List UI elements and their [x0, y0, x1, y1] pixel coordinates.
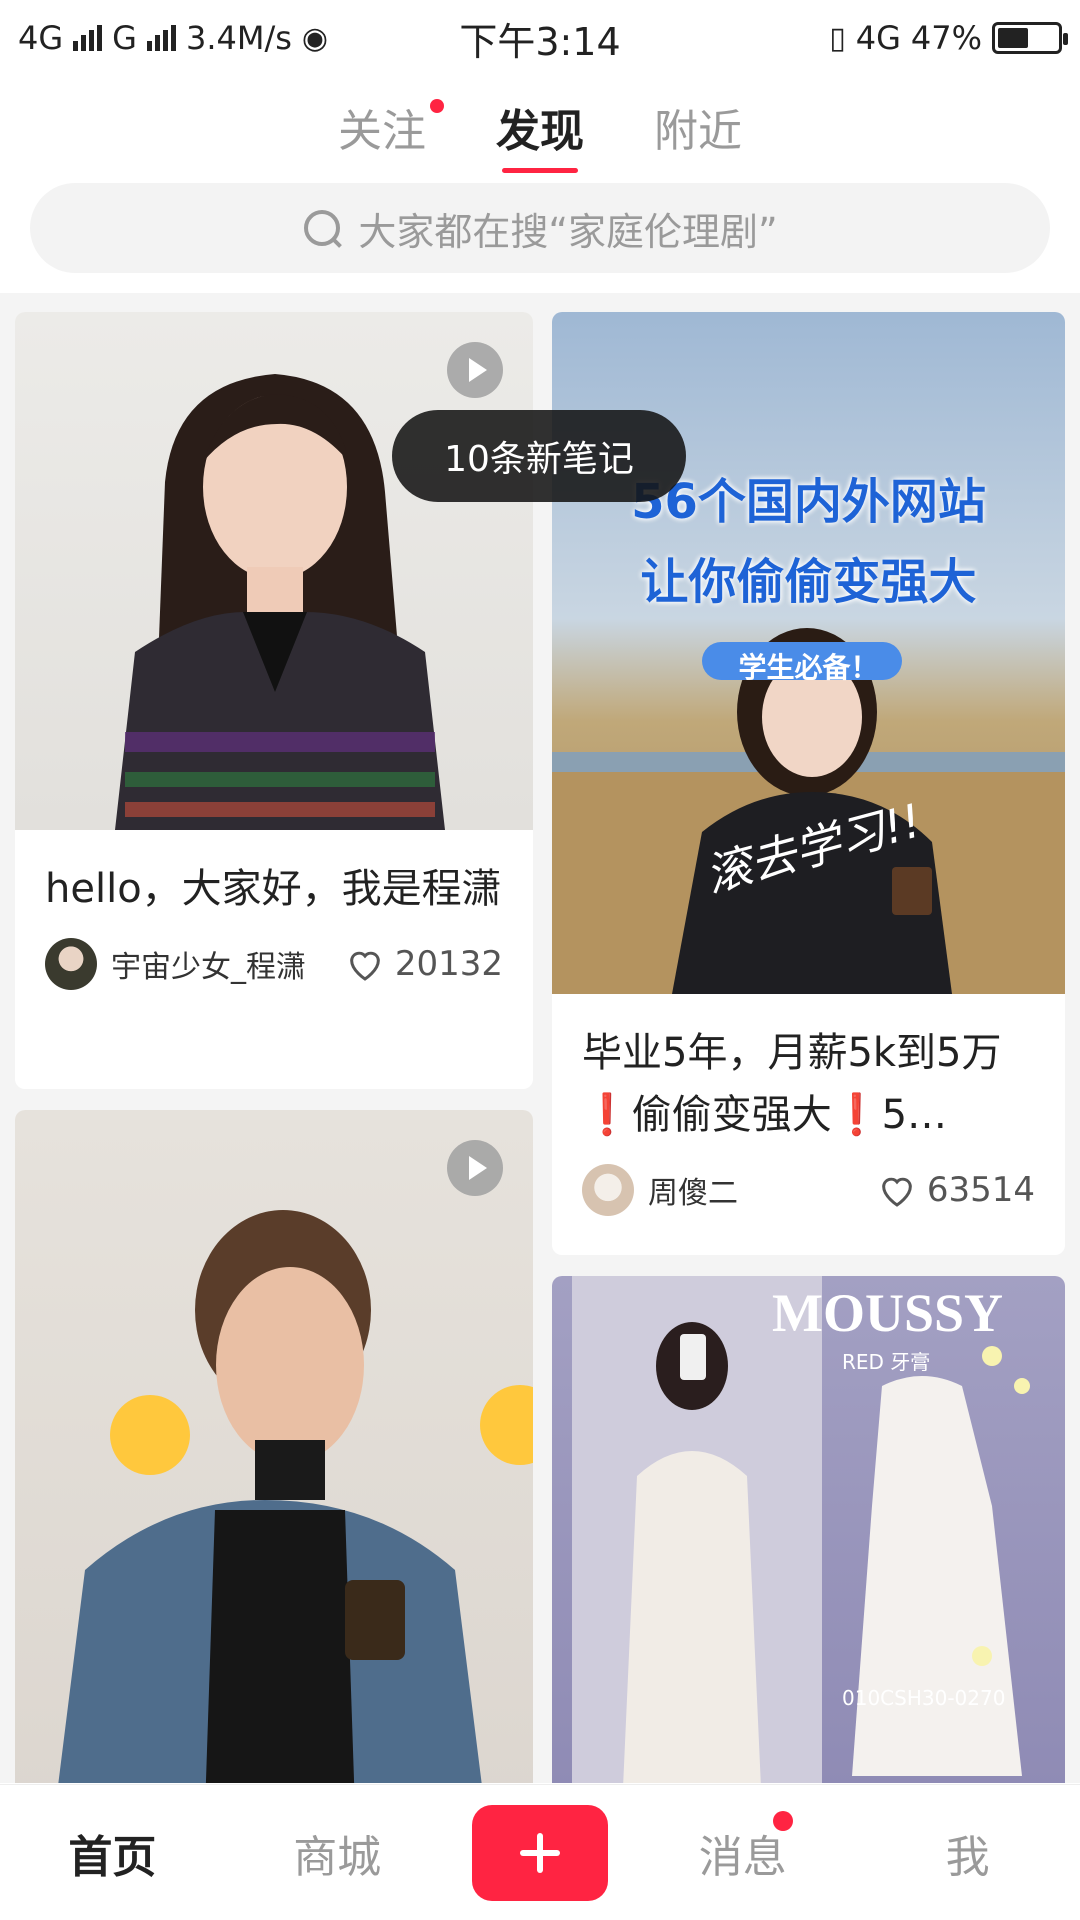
cover-headline-2: 让你偷偷变强大: [640, 554, 977, 610]
vibrate-icon: ▯: [829, 20, 846, 56]
signal-icon: [73, 25, 103, 51]
note-cover-image: [15, 312, 533, 830]
note-card[interactable]: MOUSSY RED 牙膏 010CSH30-0270: [552, 1276, 1065, 1783]
note-title: hello，大家好，我是程潇: [45, 866, 502, 912]
avatar[interactable]: [582, 1164, 634, 1216]
network-label: 4G: [18, 19, 64, 57]
cover-tag: 学生必备！: [738, 651, 879, 684]
top-tabs: 关注 发现 附近: [0, 95, 1080, 173]
brand-sub: RED 牙膏: [842, 1350, 931, 1374]
author-name[interactable]: 周傻二: [648, 1168, 877, 1212]
note-meta: 周傻二 63514: [552, 1146, 1065, 1216]
bottom-nav: 首页 商城 消息 我: [0, 1784, 1080, 1920]
search-placeholder: 大家都在搜“家庭伦理剧”: [358, 209, 778, 254]
network-label-2: G: [112, 19, 137, 57]
brand-logo: MOUSSY: [772, 1283, 1004, 1343]
like-button[interactable]: 63514: [877, 1170, 1035, 1210]
search-icon: [302, 208, 342, 248]
video-play-icon: [447, 1140, 503, 1196]
product-code: 010CSH30-0270: [842, 1686, 1006, 1710]
like-button[interactable]: 20132: [345, 944, 503, 984]
tab-following-label: 关注: [338, 106, 426, 157]
heart-icon: [349, 951, 380, 981]
note-card[interactable]: [15, 1110, 533, 1783]
status-right: ▯ 4G 47%: [829, 19, 1068, 57]
status-bar: 4G G 3.4M/s ◉ 下午3:14 ▯ 4G 47%: [0, 0, 1080, 76]
like-count: 20132: [394, 944, 503, 984]
status-left: 4G G 3.4M/s ◉: [18, 19, 328, 57]
net-speed: 3.4M/s: [185, 19, 292, 57]
notification-dot: [430, 99, 444, 113]
signal-icon-2: [146, 25, 176, 51]
weibo-icon: ◉: [301, 20, 329, 56]
tab-nearby[interactable]: 附近: [654, 95, 742, 171]
portrait-illustration: [58, 1210, 533, 1783]
note-cover-image: MOUSSY RED 牙膏 010CSH30-0270: [552, 1276, 1065, 1783]
like-count: 63514: [926, 1170, 1035, 1210]
heart-icon: [881, 1177, 912, 1207]
avatar[interactable]: [45, 938, 97, 990]
new-notes-toast[interactable]: 10条新笔记: [392, 410, 686, 502]
nav-me[interactable]: 我: [878, 1821, 1058, 1885]
battery-percent: 47%: [910, 19, 982, 57]
nav-home[interactable]: 首页: [22, 1821, 202, 1885]
nav-mall[interactable]: 商城: [247, 1821, 427, 1885]
note-cover-image: [15, 1110, 533, 1783]
author-name[interactable]: 宇宙少女_程潇: [111, 942, 345, 986]
note-meta: 宇宙少女_程潇 20132: [15, 920, 533, 990]
search-bar[interactable]: 大家都在搜“家庭伦理剧”: [30, 183, 1050, 273]
nav-messages[interactable]: 消息: [653, 1810, 833, 1885]
nav-messages-label: 消息: [698, 1831, 787, 1883]
tab-discover-label: 发现: [496, 106, 584, 157]
notification-dot: [772, 1810, 793, 1831]
network-label-3: 4G: [855, 19, 901, 57]
publish-button[interactable]: [471, 1804, 608, 1901]
tab-following[interactable]: 关注: [338, 95, 444, 171]
video-play-icon: [447, 342, 503, 398]
tab-discover[interactable]: 发现: [496, 95, 584, 173]
note-title: 毕业5年，月薪5k到5万❗偷偷变强大❗5…: [582, 1030, 1002, 1138]
battery-icon: [992, 22, 1068, 54]
tab-nearby-label: 附近: [654, 106, 742, 157]
feed[interactable]: hello，大家好，我是程潇 宇宙少女_程潇 20132 56个国内外网站 让你…: [0, 293, 1080, 1783]
